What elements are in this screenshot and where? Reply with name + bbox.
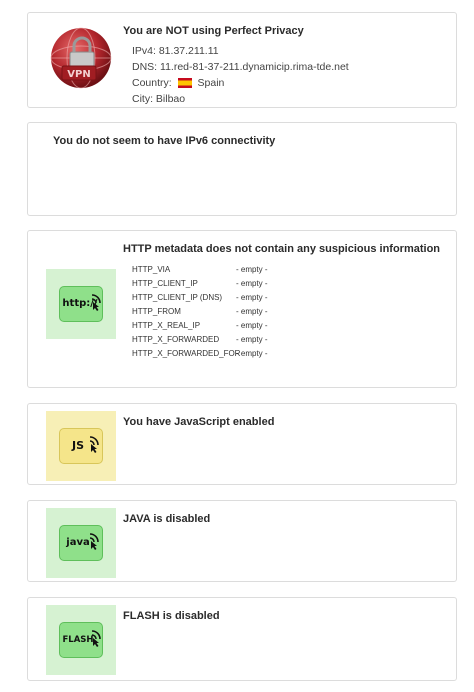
meta-key: HTTP_X_REAL_IP: [132, 321, 201, 330]
flash-card: FLASH FLASH is disabled: [27, 597, 457, 681]
http-metadata-card: http:// HTTP metadata does not contain a…: [27, 230, 457, 388]
meta-key: HTTP_VIA: [132, 265, 171, 274]
country-label: Country:: [132, 77, 172, 89]
meta-key: HTTP_X_FORWARDED_FOR: [132, 349, 241, 358]
meta-value: - empty -: [236, 279, 268, 288]
javascript-card: JS You have JavaScript enabled: [27, 403, 457, 485]
country-row: Country: Spain: [132, 77, 224, 89]
http-icon: http://: [59, 286, 103, 322]
meta-key: HTTP_FROM: [132, 307, 181, 316]
http-tile: http://: [46, 269, 116, 339]
javascript-tile: JS: [46, 411, 116, 481]
javascript-icon: JS: [59, 428, 103, 464]
cursor-wave-icon: [91, 630, 101, 647]
privacy-card: VPN You are NOT using Perfect Privacy IP…: [27, 12, 457, 108]
city: City: Bilbao: [132, 93, 186, 105]
cursor-wave-icon: [91, 294, 101, 311]
meta-value: - empty -: [236, 293, 268, 302]
privacy-title: You are NOT using Perfect Privacy: [123, 25, 304, 37]
flash-title: FLASH is disabled: [123, 610, 220, 622]
java-tile: java: [46, 508, 116, 578]
meta-value: - empty -: [236, 335, 268, 344]
cursor-wave-icon: [89, 533, 99, 550]
java-icon: java: [59, 525, 103, 561]
meta-key: HTTP_CLIENT_IP (DNS): [132, 293, 223, 302]
javascript-title: You have JavaScript enabled: [123, 416, 275, 428]
http-title: HTTP metadata does not contain any suspi…: [123, 243, 441, 255]
vpn-logo-text: VPN: [67, 69, 90, 80]
spain-flag-icon: [177, 78, 192, 88]
meta-key: HTTP_X_FORWARDED: [132, 335, 220, 344]
flash-tile: FLASH: [46, 605, 116, 675]
vpn-globe-icon: VPN: [48, 20, 114, 96]
ipv6-card: You do not seem to have IPv6 connectivit…: [27, 122, 457, 216]
meta-key: HTTP_CLIENT_IP: [132, 279, 198, 288]
cursor-wave-icon: [89, 436, 99, 453]
ipv6-title: You do not seem to have IPv6 connectivit…: [53, 135, 276, 147]
flash-icon: FLASH: [59, 622, 103, 658]
java-title: JAVA is disabled: [123, 513, 211, 525]
java-card: java JAVA is disabled: [27, 500, 457, 582]
country-value: Spain: [197, 77, 225, 89]
meta-value: - empty -: [236, 321, 268, 330]
ipv4-address: IPv4: 81.37.211.11: [132, 45, 219, 57]
meta-value: - empty -: [236, 265, 268, 274]
meta-value: - empty -: [236, 307, 268, 316]
meta-value: - empty -: [236, 349, 268, 358]
dns-name: DNS: 11.red-81-37-211.dynamicip.rima-tde…: [132, 61, 349, 73]
